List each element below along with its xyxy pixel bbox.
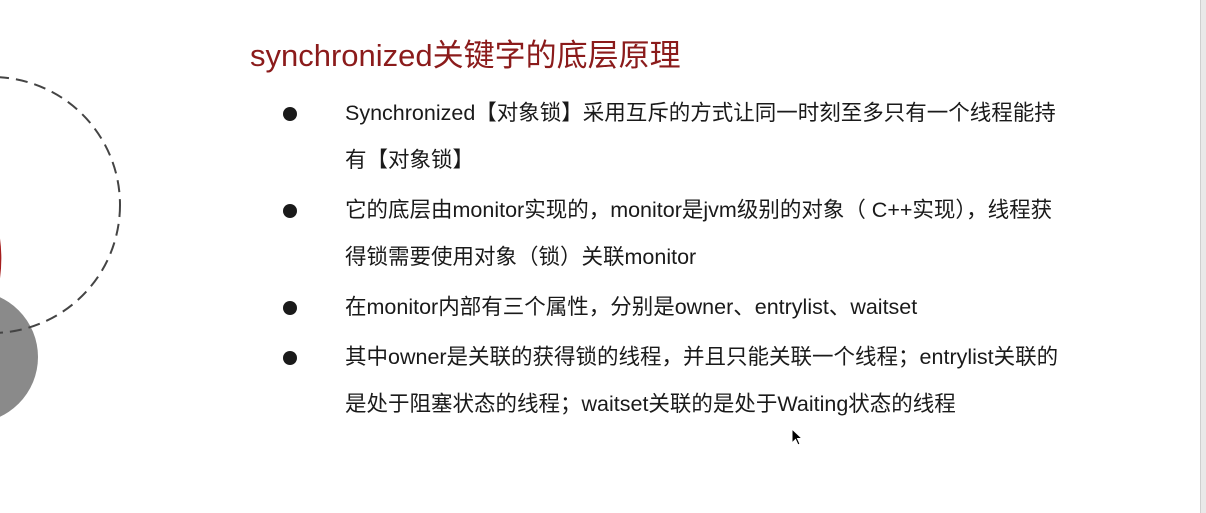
bullet-text: 在monitor内部有三个属性，分别是owner、entrylist、waits… xyxy=(345,295,918,319)
bullet-dot-icon xyxy=(283,351,297,365)
bullet-item: Synchronized【对象锁】采用互斥的方式让同一时刻至多只有一个线程能持有… xyxy=(280,90,1070,184)
bullet-dot-icon xyxy=(283,107,297,121)
bullet-text: 其中owner是关联的获得锁的线程，并且只能关联一个线程；entrylist关联… xyxy=(345,345,1059,416)
decorative-circles xyxy=(0,76,121,417)
gray-circle xyxy=(0,297,38,417)
slide: synchronized关键字的底层原理 Synchronized【对象锁】采用… xyxy=(0,0,1206,513)
bullet-text: Synchronized【对象锁】采用互斥的方式让同一时刻至多只有一个线程能持有… xyxy=(345,101,1056,172)
bullet-item: 在monitor内部有三个属性，分别是owner、entrylist、waits… xyxy=(280,284,1070,331)
slide-title: synchronized关键字的底层原理 xyxy=(250,38,681,73)
bullet-dot-icon xyxy=(283,301,297,315)
bullet-item: 它的底层由monitor实现的，monitor是jvm级别的对象（ C++实现）… xyxy=(280,187,1070,281)
dashed-circle xyxy=(0,76,121,334)
window-edge-line xyxy=(1200,0,1201,513)
bullet-dot-icon xyxy=(283,204,297,218)
bullet-text: 它的底层由monitor实现的，monitor是jvm级别的对象（ C++实现）… xyxy=(345,198,1053,269)
bullet-list: Synchronized【对象锁】采用互斥的方式让同一时刻至多只有一个线程能持有… xyxy=(280,90,1070,428)
bullet-item: 其中owner是关联的获得锁的线程，并且只能关联一个线程；entrylist关联… xyxy=(280,334,1070,428)
mouse-pointer-icon xyxy=(791,428,804,446)
